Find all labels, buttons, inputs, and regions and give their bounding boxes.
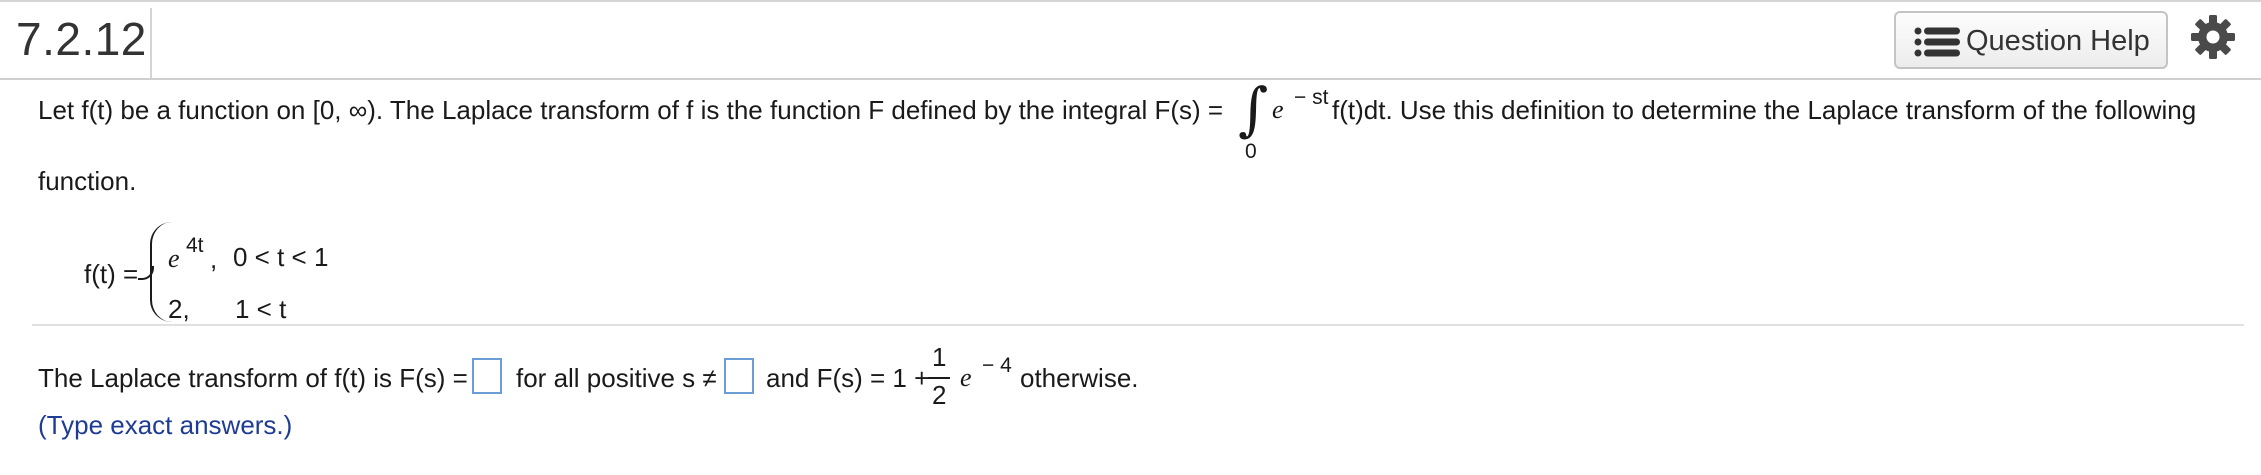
case1-condition: 0 < t < 1: [233, 242, 329, 272]
case2-condition: 1 < t: [235, 294, 287, 324]
type-exact-answers-hint: (Type exact answers.): [38, 410, 293, 440]
case1-exponent: 4t: [186, 234, 204, 257]
answer-input-transform[interactable]: [472, 358, 502, 394]
problem-text-line2: function.: [38, 166, 137, 196]
question-help-button[interactable]: Question Help: [1894, 11, 2168, 69]
answer-e: e: [960, 363, 972, 392]
list-icon: [1914, 27, 1960, 57]
case2-expression: 2,: [168, 294, 190, 324]
answer-and-text: and F(s) = 1 +: [766, 363, 930, 393]
header-divider: [150, 8, 152, 78]
answer-exponent: − 4: [982, 354, 1012, 377]
problem-text-line1-end: f(t)dt. Use this definition to determine…: [1332, 95, 2197, 125]
case1-comma: ,: [210, 244, 218, 274]
fraction-denominator: 2: [932, 380, 947, 410]
question-number: 7.2.12: [16, 13, 147, 65]
gear-icon[interactable]: [2190, 14, 2236, 60]
answer-suffix: otherwise.: [1020, 363, 1139, 393]
question-header: 7.2.12 Question Help: [0, 2, 2261, 80]
section-divider: [32, 324, 2244, 326]
integral-sign: ∫: [1238, 75, 1269, 143]
fraction-numerator: 1: [932, 342, 947, 372]
fraction-bar: [928, 377, 950, 379]
piecewise-lhs: f(t) =: [84, 259, 139, 289]
problem-text-line1-start: Let f(t) be a function on [0, ∞). The La…: [38, 95, 1224, 125]
exponential-e: e: [1272, 95, 1284, 124]
question-help-label: Question Help: [1966, 25, 2150, 57]
answer-mid-text: for all positive s ≠: [516, 363, 717, 393]
case1-e: e: [168, 244, 180, 273]
answer-input-s-value[interactable]: [724, 358, 754, 394]
answer-prefix: The Laplace transform of f(t) is F(s) =: [38, 363, 468, 393]
exponent-st: − st: [1294, 86, 1329, 109]
integral-lower-limit: 0: [1245, 140, 1257, 163]
